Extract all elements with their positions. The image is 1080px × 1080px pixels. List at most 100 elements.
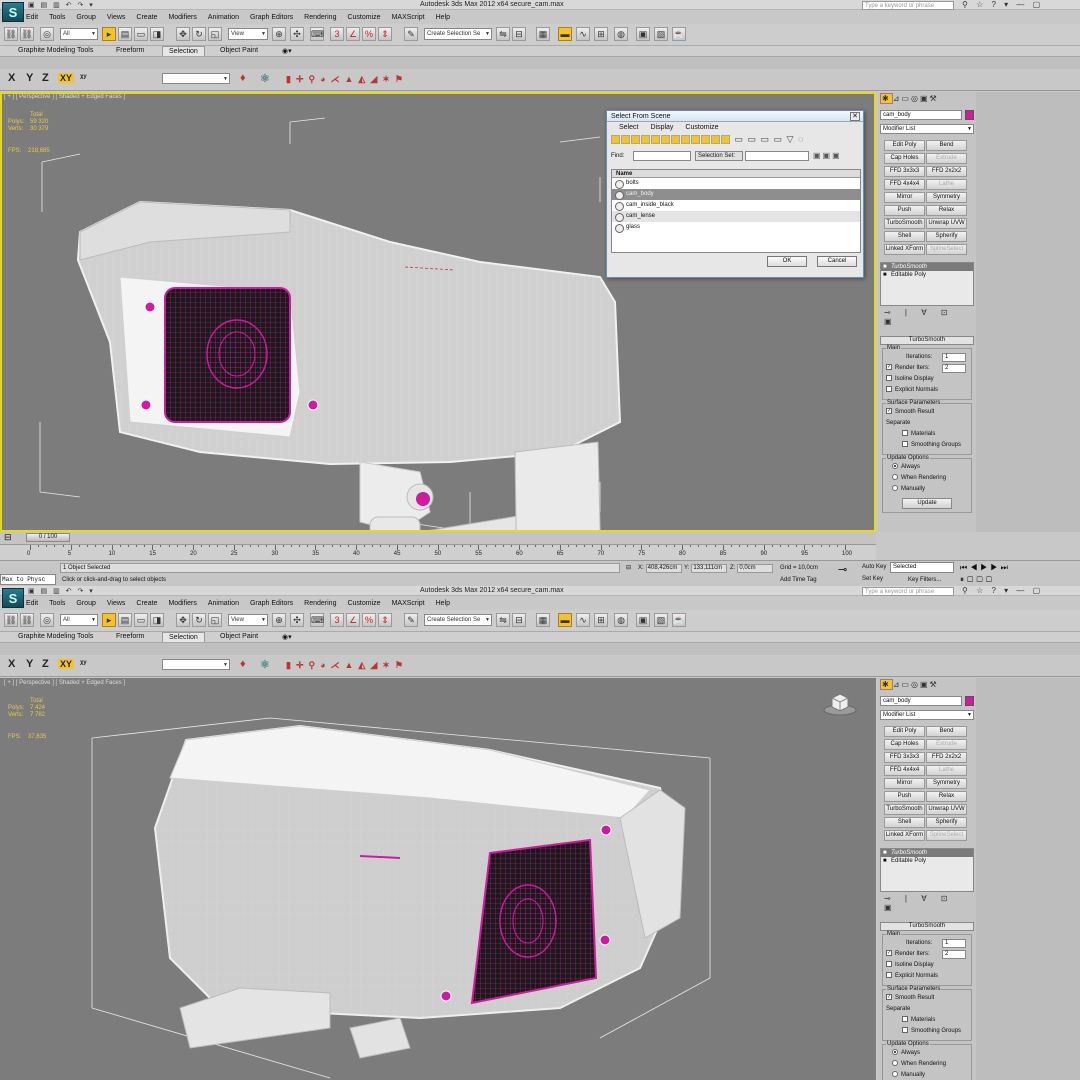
render-teapot-icon[interactable]: ☕ — [672, 613, 686, 627]
tab-selection[interactable]: Selection — [162, 46, 205, 56]
ribbon-dropdown[interactable] — [162, 659, 230, 670]
modifier-button[interactable]: Symmetry — [926, 192, 967, 203]
render-iters-checkbox[interactable]: ✓ — [886, 364, 892, 371]
modifier-list-dropdown[interactable]: Modifier List — [880, 124, 974, 134]
tab-freeform[interactable]: Freeform — [116, 47, 144, 54]
keyboard-shortcut-icon[interactable]: ⌨ — [310, 27, 324, 41]
curve-editor-icon[interactable]: ∿ — [576, 27, 590, 41]
update-button[interactable]: Update — [902, 498, 952, 509]
unlink-icon[interactable]: ⛓ — [20, 27, 34, 41]
cancel-button[interactable]: Cancel — [817, 256, 857, 267]
select-object-icon[interactable]: ▸ — [102, 613, 116, 627]
coord-y-value[interactable]: 133,111cm — [691, 564, 728, 573]
list-header-name[interactable]: Name — [612, 170, 860, 178]
selection-filter-dropdown[interactable]: All — [60, 614, 98, 626]
when-rendering-radio[interactable] — [892, 474, 898, 481]
place-icon[interactable]: ♦ — [240, 72, 246, 84]
playback-controls[interactable]: ⏮◀▶▶⏭ — [960, 562, 1011, 573]
pivot-center-icon[interactable]: ⊕ — [272, 27, 286, 41]
tab-graphite-modeling[interactable]: Graphite Modeling Tools — [18, 633, 93, 640]
rendered-frame-icon[interactable]: ▧ — [654, 613, 668, 627]
tab-selection[interactable]: Selection — [162, 632, 205, 642]
menu-create[interactable]: Create — [136, 598, 157, 610]
modifier-button[interactable]: Spherify — [926, 817, 967, 828]
menu-edit[interactable]: Edit — [26, 12, 38, 24]
rotate-icon[interactable]: ↻ — [192, 27, 206, 41]
quick-access-toolbar[interactable]: ▣ ▤ ▥ ↶ ↷ ▾ — [28, 587, 95, 595]
smoothing-groups-checkbox[interactable] — [902, 1027, 908, 1034]
maxscript-listener[interactable]: Max to Physc — [0, 574, 56, 585]
modifier-button[interactable]: Cap Holes — [884, 739, 925, 750]
list-item[interactable]: cam_lense — [612, 211, 860, 222]
isoline-checkbox[interactable] — [886, 375, 892, 382]
graphite-toggle-icon[interactable]: ▬ — [558, 613, 572, 627]
list-item[interactable]: bolts — [612, 178, 860, 189]
modifier-stack[interactable]: TurboSmooth Editable Poly — [880, 848, 974, 892]
menu-edit[interactable]: Edit — [26, 598, 38, 610]
spinner-snap-icon[interactable]: ⇕ — [378, 27, 392, 41]
modifier-button[interactable]: Unwrap UVW — [926, 218, 967, 229]
modifier-button[interactable]: Push — [884, 205, 925, 216]
modifier-button[interactable]: Shell — [884, 231, 925, 242]
object-name-field[interactable]: cam_body — [880, 696, 962, 706]
angle-snap-icon[interactable]: ∠ — [346, 27, 360, 41]
selection-set-dropdown[interactable] — [745, 151, 809, 161]
edit-named-selection-icon[interactable]: ✎ — [404, 27, 418, 41]
menu-help[interactable]: Help — [436, 12, 450, 24]
unlink-icon[interactable]: ⛓ — [20, 613, 34, 627]
rendered-frame-icon[interactable]: ▧ — [654, 27, 668, 41]
rollout-title[interactable]: TurboSmooth — [880, 922, 974, 931]
modifier-button[interactable]: Symmetry — [926, 778, 967, 789]
render-iters-checkbox[interactable]: ✓ — [886, 950, 892, 957]
object-color-swatch[interactable] — [965, 110, 974, 120]
link-icon[interactable]: ⛓ — [4, 613, 18, 627]
viewport-label[interactable]: [ + ] [ Perspective ] [ Shaded + Edged F… — [4, 680, 125, 686]
modifier-button[interactable]: FFD 3x3x3 — [884, 166, 925, 177]
tab-object-paint[interactable]: Object Paint — [220, 47, 258, 54]
stack-item-editable-poly[interactable]: Editable Poly — [881, 271, 973, 279]
move-icon[interactable]: ✥ — [176, 27, 190, 41]
schematic-view-icon[interactable]: ⊞ — [594, 27, 608, 41]
menu-rendering[interactable]: Rendering — [304, 12, 336, 24]
window-crossing-icon[interactable]: ◨ — [150, 27, 164, 41]
named-selection-dropdown[interactable]: Create Selection Se — [424, 614, 492, 626]
menu-tools[interactable]: Tools — [49, 598, 65, 610]
stack-item-turbosmooth[interactable]: TurboSmooth — [881, 849, 973, 857]
percent-snap-icon[interactable]: % — [362, 27, 376, 41]
menu-help[interactable]: Help — [436, 598, 450, 610]
find-input[interactable] — [633, 151, 691, 161]
track-bar[interactable]: 0 5 10 15 20 25 30 35 40 45 50 55 60 65 70 75 80 85 90 95 10… — [0, 544, 876, 560]
material-editor-icon[interactable]: ◍ — [614, 27, 628, 41]
modifier-button[interactable]: TurboSmooth — [884, 218, 925, 229]
move-icon[interactable]: ✥ — [176, 613, 190, 627]
link-icon[interactable]: ⛓ — [4, 27, 18, 41]
iterations-spinner[interactable]: 1 — [942, 353, 966, 362]
axis-y-button[interactable]: Y — [26, 72, 33, 84]
menu-modifiers[interactable]: Modifiers — [168, 12, 196, 24]
angle-snap-icon[interactable]: ∠ — [346, 613, 360, 627]
modifier-button[interactable]: Mirror — [884, 192, 925, 203]
spinner-snap-icon[interactable]: ⇕ — [378, 613, 392, 627]
modifier-button[interactable]: Relax — [926, 205, 967, 216]
snap-tools-icon[interactable]: ⚛ — [260, 72, 270, 85]
explicit-normals-checkbox[interactable] — [886, 386, 892, 393]
edit-named-selection-icon[interactable]: ✎ — [404, 613, 418, 627]
modifier-button[interactable]: Shell — [884, 817, 925, 828]
rotate-icon[interactable]: ↻ — [192, 613, 206, 627]
ribbon-options-icon[interactable]: ◉▾ — [282, 47, 292, 55]
manually-radio[interactable] — [892, 1071, 898, 1078]
render-setup-icon[interactable]: ▣ — [636, 27, 650, 41]
snap-icons-group[interactable]: ▮✛⚲◕⋌▲◭◢✶⚑ — [286, 74, 408, 85]
modifier-stack[interactable]: TurboSmooth Editable Poly — [880, 262, 974, 306]
menu-rendering[interactable]: Rendering — [304, 598, 336, 610]
graphite-toggle-icon[interactable]: ▬ — [558, 27, 572, 41]
menu-animation[interactable]: Animation — [208, 598, 239, 610]
modifier-button[interactable]: FFD 2x2x2 — [926, 752, 967, 763]
bind-icon[interactable]: ◎ — [40, 613, 54, 627]
smooth-result-checkbox[interactable]: ✓ — [886, 994, 892, 1001]
modifier-button[interactable]: SplineSelect — [926, 830, 967, 841]
command-panel-tabs[interactable]: ✱ ⊿▭◎▣⚒ — [880, 679, 974, 692]
add-time-tag[interactable]: Add Time Tag — [780, 575, 817, 585]
find-tools-icons[interactable]: ▣▣▣ — [813, 150, 842, 162]
align-icon[interactable]: ⊟ — [512, 613, 526, 627]
